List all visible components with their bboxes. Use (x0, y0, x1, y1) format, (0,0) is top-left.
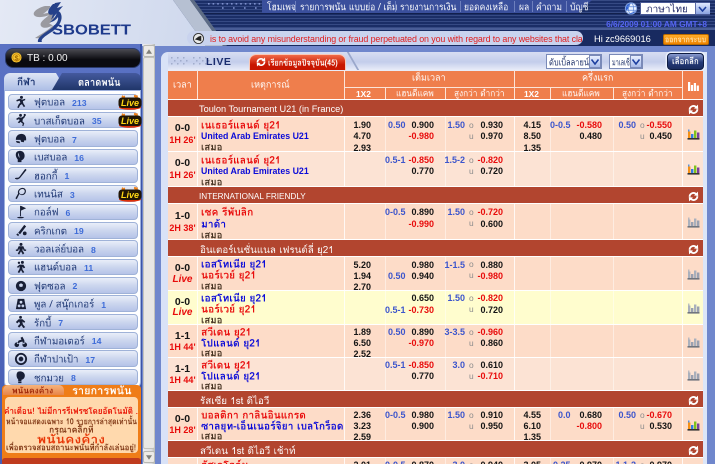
svg-text:Live: Live (121, 98, 139, 108)
svg-text:SBOBETT: SBOBETT (52, 23, 131, 39)
svg-text:$: $ (14, 53, 18, 62)
svg-text:Live: Live (121, 190, 139, 200)
svg-text:Live: Live (121, 116, 139, 126)
